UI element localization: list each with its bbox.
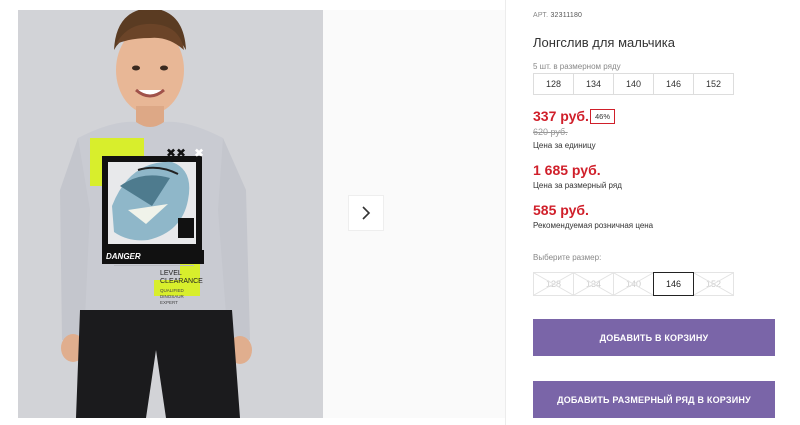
print-level-text: LEVEL (160, 270, 182, 277)
range-label: 5 шт. в размерном ряду (533, 62, 621, 71)
unavailable-cross-icon (574, 273, 613, 295)
recommended-retail-price-label: Рекомендуемая розничная цена (533, 221, 654, 230)
range-price-label: Цена за размерный ряд (533, 181, 622, 190)
print-small-text-1: QUALIFIED (160, 288, 184, 293)
size-option-unavailable[interactable]: 152 (693, 272, 734, 296)
svg-text:✖: ✖ (194, 146, 204, 160)
print-small-text-2: DINOSAUR (160, 294, 184, 299)
product-photo[interactable]: ✖✖ ✖ DANGER LEVEL CLEARANCE QUALIFIED DI… (18, 10, 323, 418)
unavailable-cross-icon (534, 273, 573, 295)
unit-price: 337 руб. (533, 108, 589, 124)
unit-price-label: Цена за единицу (533, 141, 596, 150)
article-number: АРТ. 32311180 (533, 12, 582, 19)
recommended-retail-price: 585 руб. (533, 202, 589, 218)
next-photo-button[interactable] (348, 195, 384, 231)
add-to-cart-button[interactable]: ДОБАВИТЬ В КОРЗИНУ (533, 319, 775, 356)
range-size-cell: 134 (573, 73, 614, 95)
range-size-cell: 128 (533, 73, 574, 95)
svg-text:✖✖: ✖✖ (166, 146, 186, 160)
chevron-right-icon (362, 206, 371, 220)
size-option-unavailable[interactable]: 140 (613, 272, 654, 296)
article-label: АРТ. (533, 12, 549, 19)
range-price: 1 685 руб. (533, 162, 601, 178)
size-selector: 128 134 140 146 152 (533, 272, 734, 296)
add-range-to-cart-button[interactable]: ДОБАВИТЬ РАЗМЕРНЫЙ РЯД В КОРЗИНУ (533, 381, 775, 418)
product-info: АРТ. 32311180 Лонгслив для мальчика 5 шт… (533, 0, 778, 425)
print-small-text-3: EXPERT (160, 300, 178, 305)
product-title: Лонгслив для мальчика (533, 35, 675, 50)
range-size-cell: 140 (613, 73, 654, 95)
print-clearance-text: CLEARANCE (160, 278, 203, 285)
range-size-cell: 152 (693, 73, 734, 95)
size-option-unavailable[interactable]: 134 (573, 272, 614, 296)
old-price: 620 руб. (533, 127, 568, 137)
print-danger-text: DANGER (106, 252, 141, 261)
size-option-selected[interactable]: 146 (653, 272, 694, 296)
size-select-label: Выберите размер: (533, 253, 602, 262)
product-gallery: ✖✖ ✖ DANGER LEVEL CLEARANCE QUALIFIED DI… (0, 0, 505, 425)
unavailable-cross-icon (614, 273, 653, 295)
unavailable-cross-icon (694, 273, 733, 295)
size-option-unavailable[interactable]: 128 (533, 272, 574, 296)
size-option-label: 146 (665, 279, 682, 289)
discount-badge: 46% (590, 109, 616, 124)
range-size-cell: 146 (653, 73, 694, 95)
gallery-divider (505, 0, 506, 425)
article-value: 32311180 (550, 12, 583, 19)
range-sizes: 128 134 140 146 152 (533, 73, 734, 95)
